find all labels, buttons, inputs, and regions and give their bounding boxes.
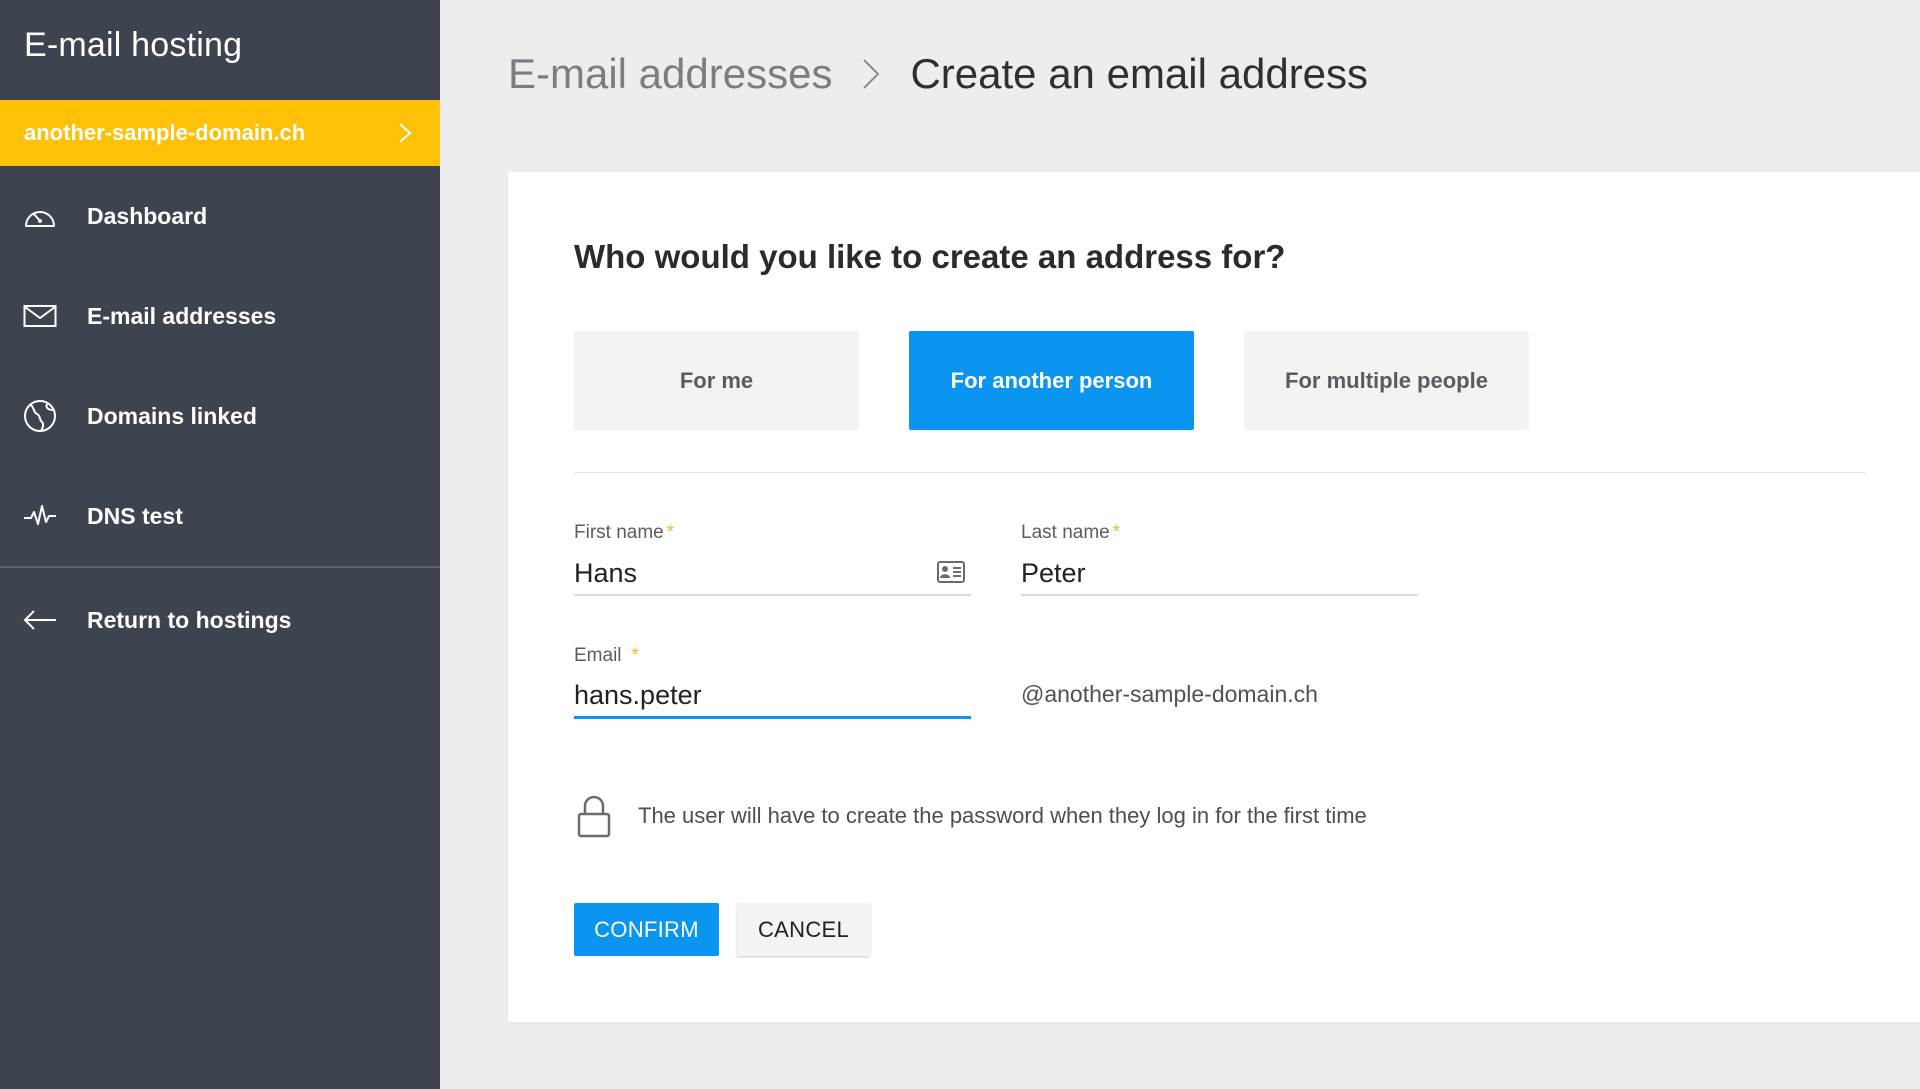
sidebar-item-label: Dashboard (87, 202, 208, 229)
breadcrumb-parent-link[interactable]: E-mail addresses (508, 50, 832, 98)
sidebar-item-dashboard[interactable]: Dashboard (0, 166, 440, 266)
first-name-label: First name * (574, 522, 675, 543)
return-label: Return to hostings (87, 606, 292, 633)
last-name-input[interactable] (1021, 553, 1418, 593)
domain-name: another-sample-domain.ch (24, 120, 306, 145)
divider (574, 472, 1866, 473)
page-title: Create an email address (910, 50, 1369, 97)
sidebar-item-label: DNS test (87, 502, 183, 529)
first-name-input[interactable] (574, 553, 971, 593)
last-name-label: Last name * (1021, 522, 1121, 543)
lock-icon (574, 792, 614, 840)
chevron-right-icon (856, 54, 886, 94)
choice-for-me[interactable]: For me (574, 331, 859, 430)
email-input[interactable] (574, 675, 971, 716)
cancel-button[interactable]: CANCEL (737, 903, 870, 956)
required-mark: * (1112, 522, 1121, 543)
required-mark: * (666, 522, 675, 543)
form-question: Who would you like to create an address … (574, 238, 1286, 275)
sidebar-item-dns-test[interactable]: DNS test (0, 466, 440, 566)
sidebar: E-mail hosting another-sample-domain.ch … (0, 0, 440, 1089)
email-row (574, 675, 971, 719)
globe-icon (22, 398, 58, 434)
arrow-left-icon (22, 602, 58, 638)
sidebar-item-label: E-mail addresses (87, 302, 277, 329)
password-note-text: The user will have to create the passwor… (638, 803, 1367, 828)
email-domain-suffix: @another-sample-domain.ch (1021, 681, 1318, 707)
create-address-card: Who would you like to create an address … (508, 172, 1920, 1022)
password-note: The user will have to create the passwor… (574, 792, 1367, 840)
sidebar-item-domains-linked[interactable]: Domains linked (0, 366, 440, 466)
app-title: E-mail hosting (24, 26, 243, 64)
pulse-icon (22, 498, 58, 534)
sidebar-divider (0, 566, 440, 568)
breadcrumb: E-mail addresses Create an email address (508, 50, 1368, 98)
first-name-row (574, 552, 971, 596)
gauge-icon (22, 198, 58, 234)
last-name-row (1021, 552, 1418, 596)
email-label: Email * (574, 645, 639, 666)
email-field: Email * (574, 645, 971, 719)
last-name-field: Last name * (1021, 522, 1418, 596)
sidebar-item-email-addresses[interactable]: E-mail addresses (0, 266, 440, 366)
sidebar-item-label: Domains linked (87, 402, 257, 429)
chevron-right-icon (394, 122, 416, 144)
return-to-hostings-link[interactable]: Return to hostings (0, 570, 440, 670)
choice-for-another-person[interactable]: For another person (909, 331, 1194, 430)
domain-switcher[interactable]: another-sample-domain.ch (0, 100, 440, 166)
contact-card-icon[interactable] (937, 560, 965, 584)
envelope-icon (22, 298, 58, 334)
confirm-button[interactable]: CONFIRM (574, 903, 719, 956)
choice-for-multiple-people[interactable]: For multiple people (1244, 331, 1529, 430)
first-name-field: First name * (574, 522, 971, 596)
required-mark: * (631, 645, 639, 666)
